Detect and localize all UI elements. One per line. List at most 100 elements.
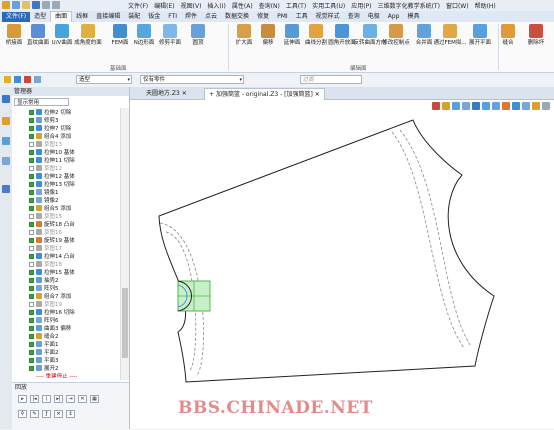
checkbox[interactable] bbox=[29, 133, 34, 139]
pointer-icon[interactable] bbox=[14, 76, 21, 83]
tree-item[interactable]: 阵列5 bbox=[12, 284, 129, 292]
manager-icon[interactable] bbox=[2, 95, 10, 103]
ribbon-button-2[interactable]: U/V曲面 bbox=[50, 24, 74, 47]
checkbox[interactable] bbox=[29, 173, 34, 179]
checkbox[interactable] bbox=[29, 221, 34, 227]
menu-item-9[interactable]: 三维数字化教学系统(T) bbox=[378, 1, 440, 10]
checkbox[interactable] bbox=[29, 253, 34, 259]
app-logo-icon[interactable] bbox=[2, 1, 10, 9]
ribbon-button-9[interactable]: 偏移 bbox=[256, 24, 280, 47]
tree-item[interactable]: 草图12 bbox=[12, 164, 129, 172]
filter-select[interactable]: 仅有零件 ▾ bbox=[140, 75, 244, 84]
ribbon-button-14[interactable]: 修改控制点 bbox=[382, 24, 410, 47]
fx-button[interactable]: ƒ bbox=[42, 410, 51, 418]
tree-item[interactable]: 草图13 bbox=[12, 140, 129, 148]
menu-item-6[interactable]: 工具(T) bbox=[286, 1, 306, 10]
tab-8[interactable]: 焊件 bbox=[181, 12, 201, 22]
menu-item-11[interactable]: 帮助(H) bbox=[475, 1, 496, 10]
checkbox[interactable] bbox=[29, 205, 34, 211]
play-button[interactable]: ▸ bbox=[18, 395, 27, 403]
tree-item[interactable]: 拉伸11 切除 bbox=[12, 156, 129, 164]
tree-item[interactable]: 拉伸10 基体 bbox=[12, 148, 129, 156]
tree-item[interactable]: 组合5 添加 bbox=[12, 204, 129, 212]
mode-select[interactable]: 造型 ▾ bbox=[76, 75, 132, 84]
checkbox[interactable] bbox=[29, 333, 34, 339]
tab-2[interactable]: 曲面 bbox=[50, 11, 73, 22]
search-input[interactable]: 过滤 bbox=[300, 75, 362, 84]
tree-item[interactable]: 拉伸13 切除 bbox=[12, 180, 129, 188]
redo-icon[interactable] bbox=[52, 1, 60, 9]
tab-17[interactable]: App bbox=[384, 12, 404, 22]
checkbox[interactable] bbox=[29, 269, 34, 275]
menu-item-4[interactable]: 属性(A) bbox=[232, 1, 253, 10]
tab-4[interactable]: 直接编辑 bbox=[92, 12, 124, 22]
tab-0[interactable]: 文件(F) bbox=[2, 12, 31, 22]
tree-item[interactable]: 展开2 bbox=[12, 364, 129, 372]
menu-item-7[interactable]: 实用工具(U) bbox=[312, 1, 345, 10]
tree-item[interactable]: 修剪3 bbox=[12, 116, 129, 124]
user-icon[interactable] bbox=[2, 185, 10, 193]
end-button[interactable]: ⇥ bbox=[66, 395, 75, 403]
ribbon-button-6[interactable]: 修剪平面 bbox=[158, 24, 182, 47]
ribbon-button-1[interactable]: 直纹曲面 bbox=[26, 24, 50, 47]
layer-icon[interactable] bbox=[2, 137, 10, 145]
tab-14[interactable]: 视觉样式 bbox=[312, 12, 344, 22]
tree-item[interactable]: 镜像2 bbox=[12, 196, 129, 204]
tree-item[interactable]: 旋转18 凸台 bbox=[12, 220, 129, 228]
ribbon-button-15[interactable]: 合并面 bbox=[412, 24, 436, 47]
tab-document-1[interactable]: 天圆地方.Z3 ✕ bbox=[142, 88, 191, 99]
tree-item[interactable]: 拉伸16 切除 bbox=[12, 308, 129, 316]
menu-item-1[interactable]: 编辑(E) bbox=[154, 1, 174, 10]
checkbox[interactable] bbox=[29, 341, 34, 347]
menu-item-3[interactable]: 插入(I) bbox=[207, 1, 225, 10]
filter-icon[interactable] bbox=[24, 76, 31, 83]
tree-item[interactable]: 拉伸14 凸台 bbox=[12, 252, 129, 260]
tree-item[interactable]: 草图15 bbox=[12, 212, 129, 220]
tab-16[interactable]: 电极 bbox=[364, 12, 384, 22]
ribbon-button-13[interactable]: 反转曲面方向 bbox=[354, 24, 387, 47]
checkbox[interactable] bbox=[29, 109, 34, 115]
tree-item[interactable]: 拉伸15 基体 bbox=[12, 268, 129, 276]
ribbon-button-19[interactable]: 删除坏 bbox=[524, 24, 548, 47]
tab-7[interactable]: FTI bbox=[164, 12, 181, 22]
checkbox[interactable] bbox=[29, 277, 34, 283]
tree-item[interactable]: 曲面3 偏移 bbox=[12, 324, 129, 332]
checkbox[interactable] bbox=[29, 293, 34, 299]
ribbon-button-7[interactable]: 圆顶 bbox=[186, 24, 210, 47]
menu-item-2[interactable]: 视图(V) bbox=[181, 1, 202, 10]
tree-scrollbar[interactable] bbox=[120, 108, 129, 380]
checkbox[interactable] bbox=[29, 357, 34, 363]
tab-document-2[interactable]: + 加强筒篮 - original.Z3 - [加强筒篮] ✕ bbox=[204, 88, 325, 100]
tree-item[interactable]: 平面2 bbox=[12, 348, 129, 356]
menu-item-10[interactable]: 窗口(W) bbox=[446, 1, 469, 10]
rebuild-stop-marker[interactable]: ---- 重建停止 ---- bbox=[12, 372, 129, 378]
tab-9[interactable]: 点云 bbox=[201, 12, 221, 22]
tab-11[interactable]: 修复 bbox=[253, 12, 273, 22]
tab-1[interactable]: 造型 bbox=[30, 12, 50, 22]
checkbox[interactable] bbox=[29, 309, 34, 315]
checkbox[interactable] bbox=[29, 285, 34, 291]
tree-item[interactable]: 拉伸2 切除 bbox=[12, 108, 129, 116]
ribbon-button-16[interactable]: 通过FEM拟... bbox=[433, 24, 467, 47]
tree-item[interactable]: 平面1 bbox=[12, 340, 129, 348]
checkbox[interactable] bbox=[29, 229, 34, 235]
checkbox[interactable] bbox=[29, 325, 34, 331]
view-icon[interactable] bbox=[2, 157, 10, 165]
scrollbar-thumb[interactable] bbox=[122, 288, 128, 358]
checkbox[interactable] bbox=[29, 349, 34, 355]
checkbox[interactable] bbox=[29, 237, 34, 243]
checkbox[interactable] bbox=[29, 317, 34, 323]
tree-item[interactable]: 草图18 bbox=[12, 260, 129, 268]
checkbox[interactable] bbox=[29, 213, 34, 219]
ribbon-button-10[interactable]: 延伸面 bbox=[280, 24, 304, 47]
edit-button[interactable]: ✎ bbox=[30, 410, 39, 418]
checkbox[interactable] bbox=[29, 197, 34, 203]
menu-item-0[interactable]: 文件(F) bbox=[128, 1, 148, 10]
checkbox[interactable] bbox=[29, 141, 34, 147]
tree-item[interactable]: 缝合2 bbox=[12, 332, 129, 340]
delete-button[interactable]: ✕ bbox=[54, 410, 63, 418]
tree-item[interactable]: 草图17 bbox=[12, 244, 129, 252]
snap-icon[interactable] bbox=[34, 76, 41, 83]
menu-item-5[interactable]: 查询(N) bbox=[259, 1, 280, 10]
tab-3[interactable]: 线框 bbox=[72, 12, 92, 22]
